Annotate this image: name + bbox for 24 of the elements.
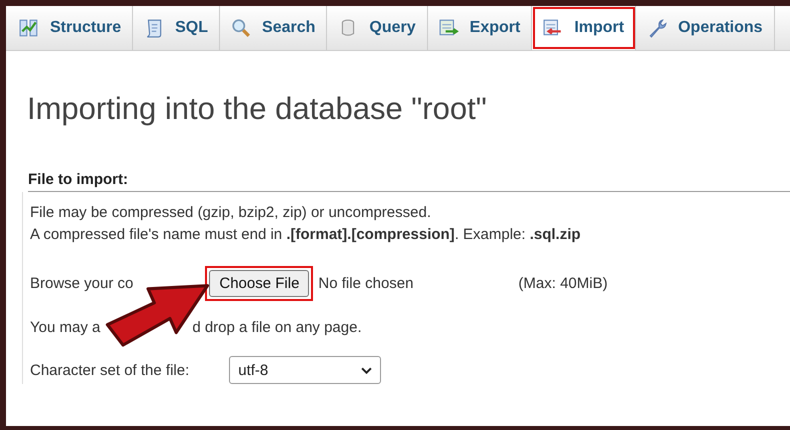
tab[interactable]: SQL: [133, 6, 220, 50]
wrench-icon: [647, 18, 668, 38]
charset-dropdown[interactable]: utf-8: [229, 356, 382, 384]
note-text: File may be compressed (gzip, bzip2, zip) or uncompressed.: [30, 203, 432, 223]
drop-note: d drop a file on any page.: [192, 319, 362, 336]
page-title: Importing into the database "root": [27, 91, 488, 127]
drop-note: You may a: [30, 319, 100, 336]
tab[interactable]: Import: [532, 6, 636, 50]
tab[interactable]: Operations: [636, 6, 775, 50]
table-icon: [19, 18, 39, 38]
section-title: File to import:: [28, 171, 790, 192]
export-icon: [438, 18, 459, 38]
tab[interactable]: Structure: [8, 6, 134, 50]
import-icon: [543, 18, 564, 38]
browse-label: Browse your co: [30, 275, 134, 292]
chevron-down-icon: [361, 366, 372, 374]
file-status: No file chosen: [318, 275, 414, 292]
max-size: (Max: 40MiB): [518, 275, 608, 292]
note-text: A compressed file's name must end in .[format].[compression]. Example: .sql.zip: [30, 225, 582, 245]
search-icon: [231, 18, 252, 38]
choose-file-button[interactable]: Choose File: [205, 266, 314, 301]
charset-label: Character set of the file:: [30, 362, 190, 378]
tab[interactable]: Query: [327, 6, 428, 50]
tab[interactable]: Search: [220, 6, 328, 50]
